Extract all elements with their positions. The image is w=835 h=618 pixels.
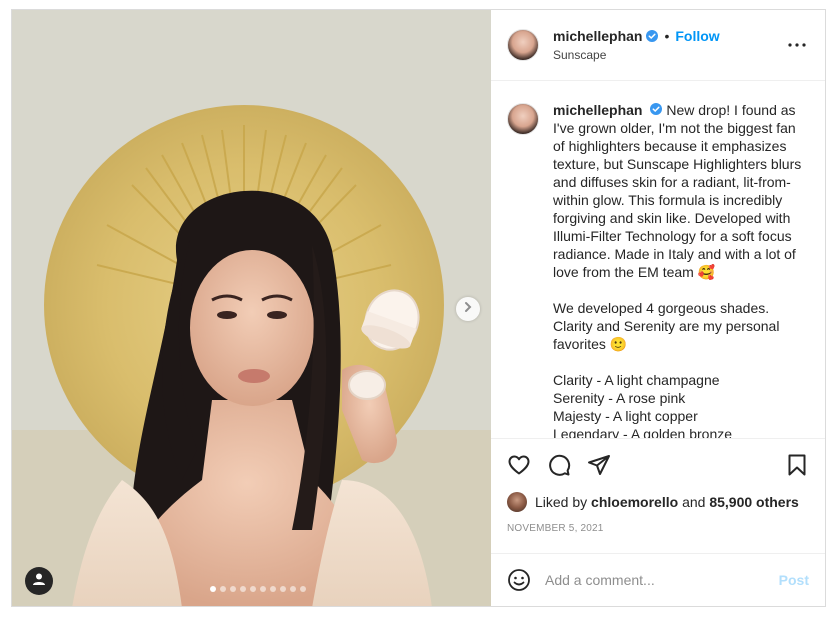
- separator: •: [664, 28, 670, 44]
- carousel-dot: [249, 586, 256, 592]
- carousel-dot: [209, 586, 216, 592]
- location-link[interactable]: Sunscape: [553, 48, 785, 62]
- chevron-right-icon: [462, 300, 474, 318]
- shade-list: Clarity - A light champagne Serenity - A…: [553, 371, 809, 438]
- carousel-dot: [269, 586, 276, 592]
- carousel-indicator: [12, 586, 491, 592]
- caption-body: michellephan New drop! I found as I've g…: [553, 101, 809, 438]
- caption-avatar[interactable]: [507, 103, 539, 135]
- carousel-dot: [279, 586, 286, 592]
- liker-avatar[interactable]: [507, 492, 527, 512]
- verified-badge-icon: [650, 103, 663, 115]
- likes-summary: Liked by chloemorello and 85,900 others: [507, 491, 809, 513]
- action-bar: [507, 439, 809, 491]
- post-date[interactable]: NOVEMBER 5, 2021: [507, 523, 809, 534]
- carousel-dot: [219, 586, 226, 592]
- comments-section[interactable]: michellephan New drop! I found as I've g…: [491, 81, 825, 438]
- shade-item: Clarity - A light champagne: [553, 372, 720, 388]
- liker-username[interactable]: chloemorello: [591, 494, 678, 510]
- carousel-dot: [229, 586, 236, 592]
- instagram-post: michellephan • Follow Sunscape michellep…: [11, 9, 826, 607]
- next-image-button[interactable]: [456, 297, 480, 321]
- avatar[interactable]: [507, 29, 539, 61]
- photo-illustration: [12, 10, 491, 606]
- shade-item: Legendary - A golden bronze: [553, 426, 733, 438]
- liked-prefix: Liked by: [535, 494, 588, 510]
- shade-item: Majesty - A light copper: [553, 408, 698, 424]
- likes-count-link[interactable]: 85,900 others: [709, 494, 799, 510]
- more-options-icon[interactable]: [785, 33, 809, 57]
- heart-icon[interactable]: [507, 453, 531, 477]
- post-header: michellephan • Follow Sunscape: [491, 10, 825, 81]
- caption-username[interactable]: michellephan: [553, 102, 642, 118]
- actions-area: Liked by chloemorello and 85,900 others …: [491, 438, 825, 553]
- follow-button[interactable]: Follow: [675, 28, 719, 44]
- carousel-dot: [299, 586, 306, 592]
- bookmark-icon[interactable]: [785, 453, 809, 477]
- caption: michellephan New drop! I found as I've g…: [507, 101, 809, 438]
- shade-item: Serenity - A rose pink: [553, 390, 686, 406]
- paper-plane-icon[interactable]: [587, 453, 611, 477]
- comment-icon[interactable]: [547, 453, 571, 477]
- carousel-dot: [259, 586, 266, 592]
- header-line: michellephan • Follow: [553, 28, 785, 44]
- verified-badge-icon: [646, 30, 659, 42]
- post-comment-button[interactable]: Post: [779, 572, 809, 588]
- liked-and: and: [682, 494, 706, 510]
- post-details-panel: michellephan • Follow Sunscape michellep…: [491, 10, 825, 606]
- carousel-dot: [239, 586, 246, 592]
- emoji-icon[interactable]: [507, 568, 531, 592]
- caption-paragraph: We developed 4 gorgeous shades. Clarity …: [553, 300, 780, 352]
- caption-text: New drop! I found as I've grown older, I…: [553, 102, 802, 280]
- post-image[interactable]: [12, 10, 491, 606]
- header-text: michellephan • Follow Sunscape: [553, 28, 785, 62]
- add-comment-bar: Post: [491, 553, 825, 606]
- carousel-dot: [289, 586, 296, 592]
- username-link[interactable]: michellephan: [553, 28, 642, 44]
- caption-paragraph: michellephan New drop! I found as I've g…: [553, 101, 809, 281]
- comment-input[interactable]: [545, 572, 779, 588]
